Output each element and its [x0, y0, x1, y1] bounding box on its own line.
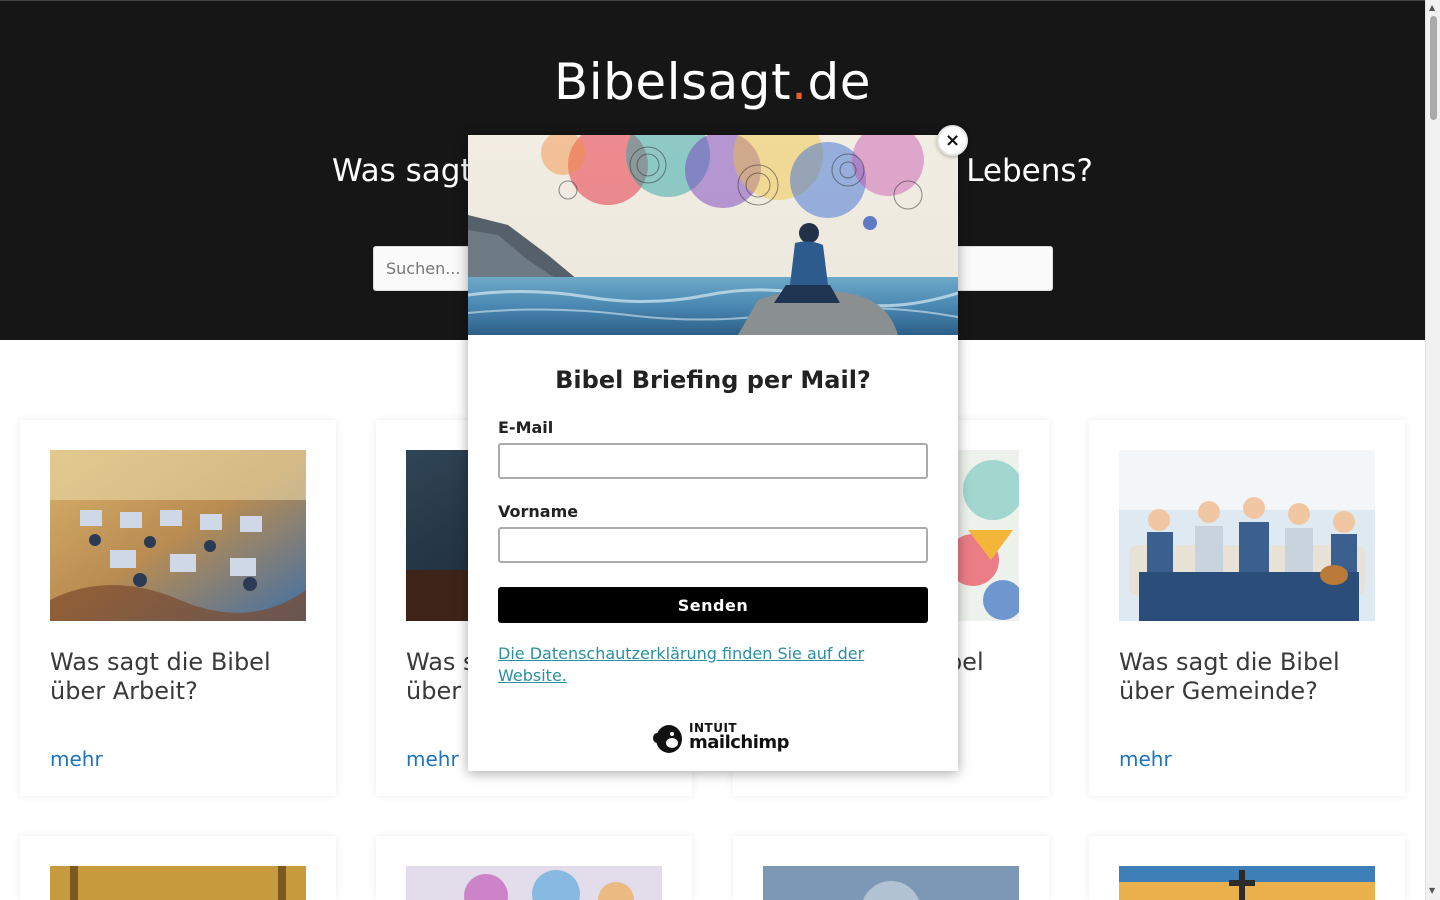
post-card-row2-4: [1089, 836, 1405, 900]
site-title[interactable]: Bibelsagt.de: [0, 53, 1425, 111]
post-thumbnail-row2-3[interactable]: [763, 866, 1019, 900]
post-card-row2-2: [376, 836, 692, 900]
site-title-dot: .: [791, 53, 808, 111]
post-thumbnail-row2-4[interactable]: [1119, 866, 1375, 900]
page-scrollbar[interactable]: ▲ ▼: [1425, 0, 1440, 900]
close-icon[interactable]: ×: [937, 125, 968, 156]
site-title-main: Bibelsagt: [553, 53, 792, 111]
scrollbar-thumb[interactable]: [1430, 16, 1437, 120]
post-thumbnail-arbeit[interactable]: [50, 450, 306, 621]
email-field[interactable]: [498, 443, 928, 479]
mailchimp-logo-icon[interactable]: INTUIT mailchimp: [651, 720, 790, 756]
submit-button[interactable]: Senden: [498, 587, 928, 623]
scroll-down-icon[interactable]: ▼: [1429, 886, 1435, 895]
email-label: E-Mail: [498, 418, 554, 437]
read-more-link[interactable]: mehr: [406, 747, 459, 771]
firstname-field[interactable]: [498, 527, 928, 563]
post-card-arbeit: Was sagt die Bibel über Arbeit? mehr: [20, 420, 336, 796]
mailchimp-monkey-icon: [653, 725, 682, 753]
post-thumbnail-row2-2[interactable]: [406, 866, 662, 900]
read-more-link[interactable]: mehr: [1119, 747, 1172, 771]
post-title[interactable]: Was sagt die Bibel über Arbeit?: [50, 648, 310, 706]
read-more-link[interactable]: mehr: [50, 747, 103, 771]
post-card-gemeinde: Was sagt die Bibel über Gemeinde? mehr: [1089, 420, 1405, 796]
modal-heading: Bibel Briefing per Mail?: [555, 366, 871, 394]
post-card-row2-3: [733, 836, 1049, 900]
post-thumbnail-row2-1[interactable]: [50, 866, 306, 900]
mailchimp-brand-text: mailchimp: [689, 732, 790, 753]
newsletter-modal: Bibel Briefing per Mail? E-Mail Vorname …: [468, 135, 958, 771]
post-title[interactable]: Was sagt die Bibel über Gemeinde?: [1119, 648, 1379, 706]
scroll-up-icon[interactable]: ▲: [1429, 3, 1435, 12]
post-thumbnail-gemeinde[interactable]: [1119, 450, 1375, 621]
privacy-policy-link[interactable]: Die Datenschautzerklärung finden Sie auf…: [498, 643, 898, 687]
modal-hero-image: [468, 135, 958, 335]
post-card-row2-1: [20, 836, 336, 900]
firstname-label: Vorname: [498, 502, 579, 521]
site-title-tld: de: [807, 53, 872, 111]
